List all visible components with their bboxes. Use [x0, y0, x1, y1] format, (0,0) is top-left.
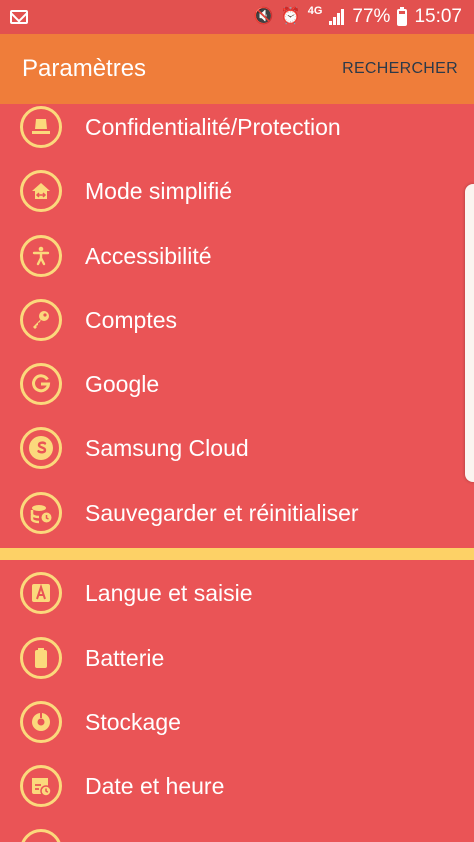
email-notification-icon — [10, 10, 28, 24]
settings-item-label: Comptes — [85, 307, 178, 333]
settings-item-label: Samsung Cloud — [85, 435, 249, 461]
section-divider — [0, 548, 474, 560]
language-input-icon — [20, 572, 62, 614]
status-bar: 🔇 ⏰ 4G 77% 15:07 — [0, 0, 474, 34]
storage-icon — [20, 701, 62, 743]
settings-item-privacy[interactable]: Confidentialité/Protection — [0, 104, 460, 159]
app-bar: Paramètres RECHERCHER — [0, 34, 474, 104]
settings-item-label: Google — [85, 371, 160, 397]
easy-mode-icon — [20, 170, 62, 212]
signal-icon — [329, 9, 345, 25]
accounts-key-icon — [20, 299, 62, 341]
settings-item-accounts[interactable]: Comptes — [0, 288, 460, 352]
partial-item-icon — [20, 829, 62, 842]
settings-item-backup-reset[interactable]: Sauvegarder et réinitialiser — [0, 481, 460, 545]
samsung-cloud-icon — [20, 427, 62, 469]
battery-icon — [20, 637, 62, 679]
settings-item-label: Batterie — [85, 645, 165, 671]
accessibility-icon — [20, 235, 62, 277]
settings-item-battery[interactable]: Batterie — [0, 626, 460, 690]
settings-item-label: Confidentialité/Protection — [85, 114, 341, 140]
settings-item-samsung-cloud[interactable]: Samsung Cloud — [0, 416, 460, 480]
settings-item-label: Stockage — [85, 709, 181, 735]
search-button[interactable]: RECHERCHER — [342, 60, 458, 78]
settings-item-label: Accessibilité — [85, 243, 212, 269]
battery-status-icon — [397, 6, 408, 26]
settings-item-google[interactable]: Google — [0, 352, 460, 416]
alarm-icon: ⏰ — [280, 8, 301, 25]
settings-item-label: Mode simplifié — [85, 178, 232, 204]
network-type-label: 4G — [307, 4, 323, 17]
settings-item-label: Date et heure — [85, 773, 225, 799]
settings-item-language[interactable]: Langue et saisie — [0, 561, 460, 625]
settings-item-label: Sauvegarder et réinitialiser — [85, 500, 359, 526]
scrollbar-thumb[interactable] — [465, 184, 474, 482]
settings-item-partial[interactable] — [0, 818, 460, 842]
clock: 15:07 — [414, 6, 462, 27]
settings-item-accessibility[interactable]: Accessibilité — [0, 224, 460, 288]
google-icon — [20, 363, 62, 405]
date-time-icon — [20, 765, 62, 807]
settings-item-easy-mode[interactable]: Mode simplifié — [0, 159, 460, 223]
mute-icon: 🔇 — [253, 8, 274, 25]
settings-list: Confidentialité/Protection Mode simplifi… — [0, 104, 474, 842]
battery-percent: 77% — [352, 6, 391, 27]
settings-item-storage[interactable]: Stockage — [0, 690, 460, 754]
settings-item-date-time[interactable]: Date et heure — [0, 754, 460, 818]
backup-reset-icon — [20, 492, 62, 534]
privacy-icon — [20, 106, 62, 148]
page-title: Paramètres — [22, 55, 147, 82]
settings-item-label: Langue et saisie — [85, 580, 253, 606]
